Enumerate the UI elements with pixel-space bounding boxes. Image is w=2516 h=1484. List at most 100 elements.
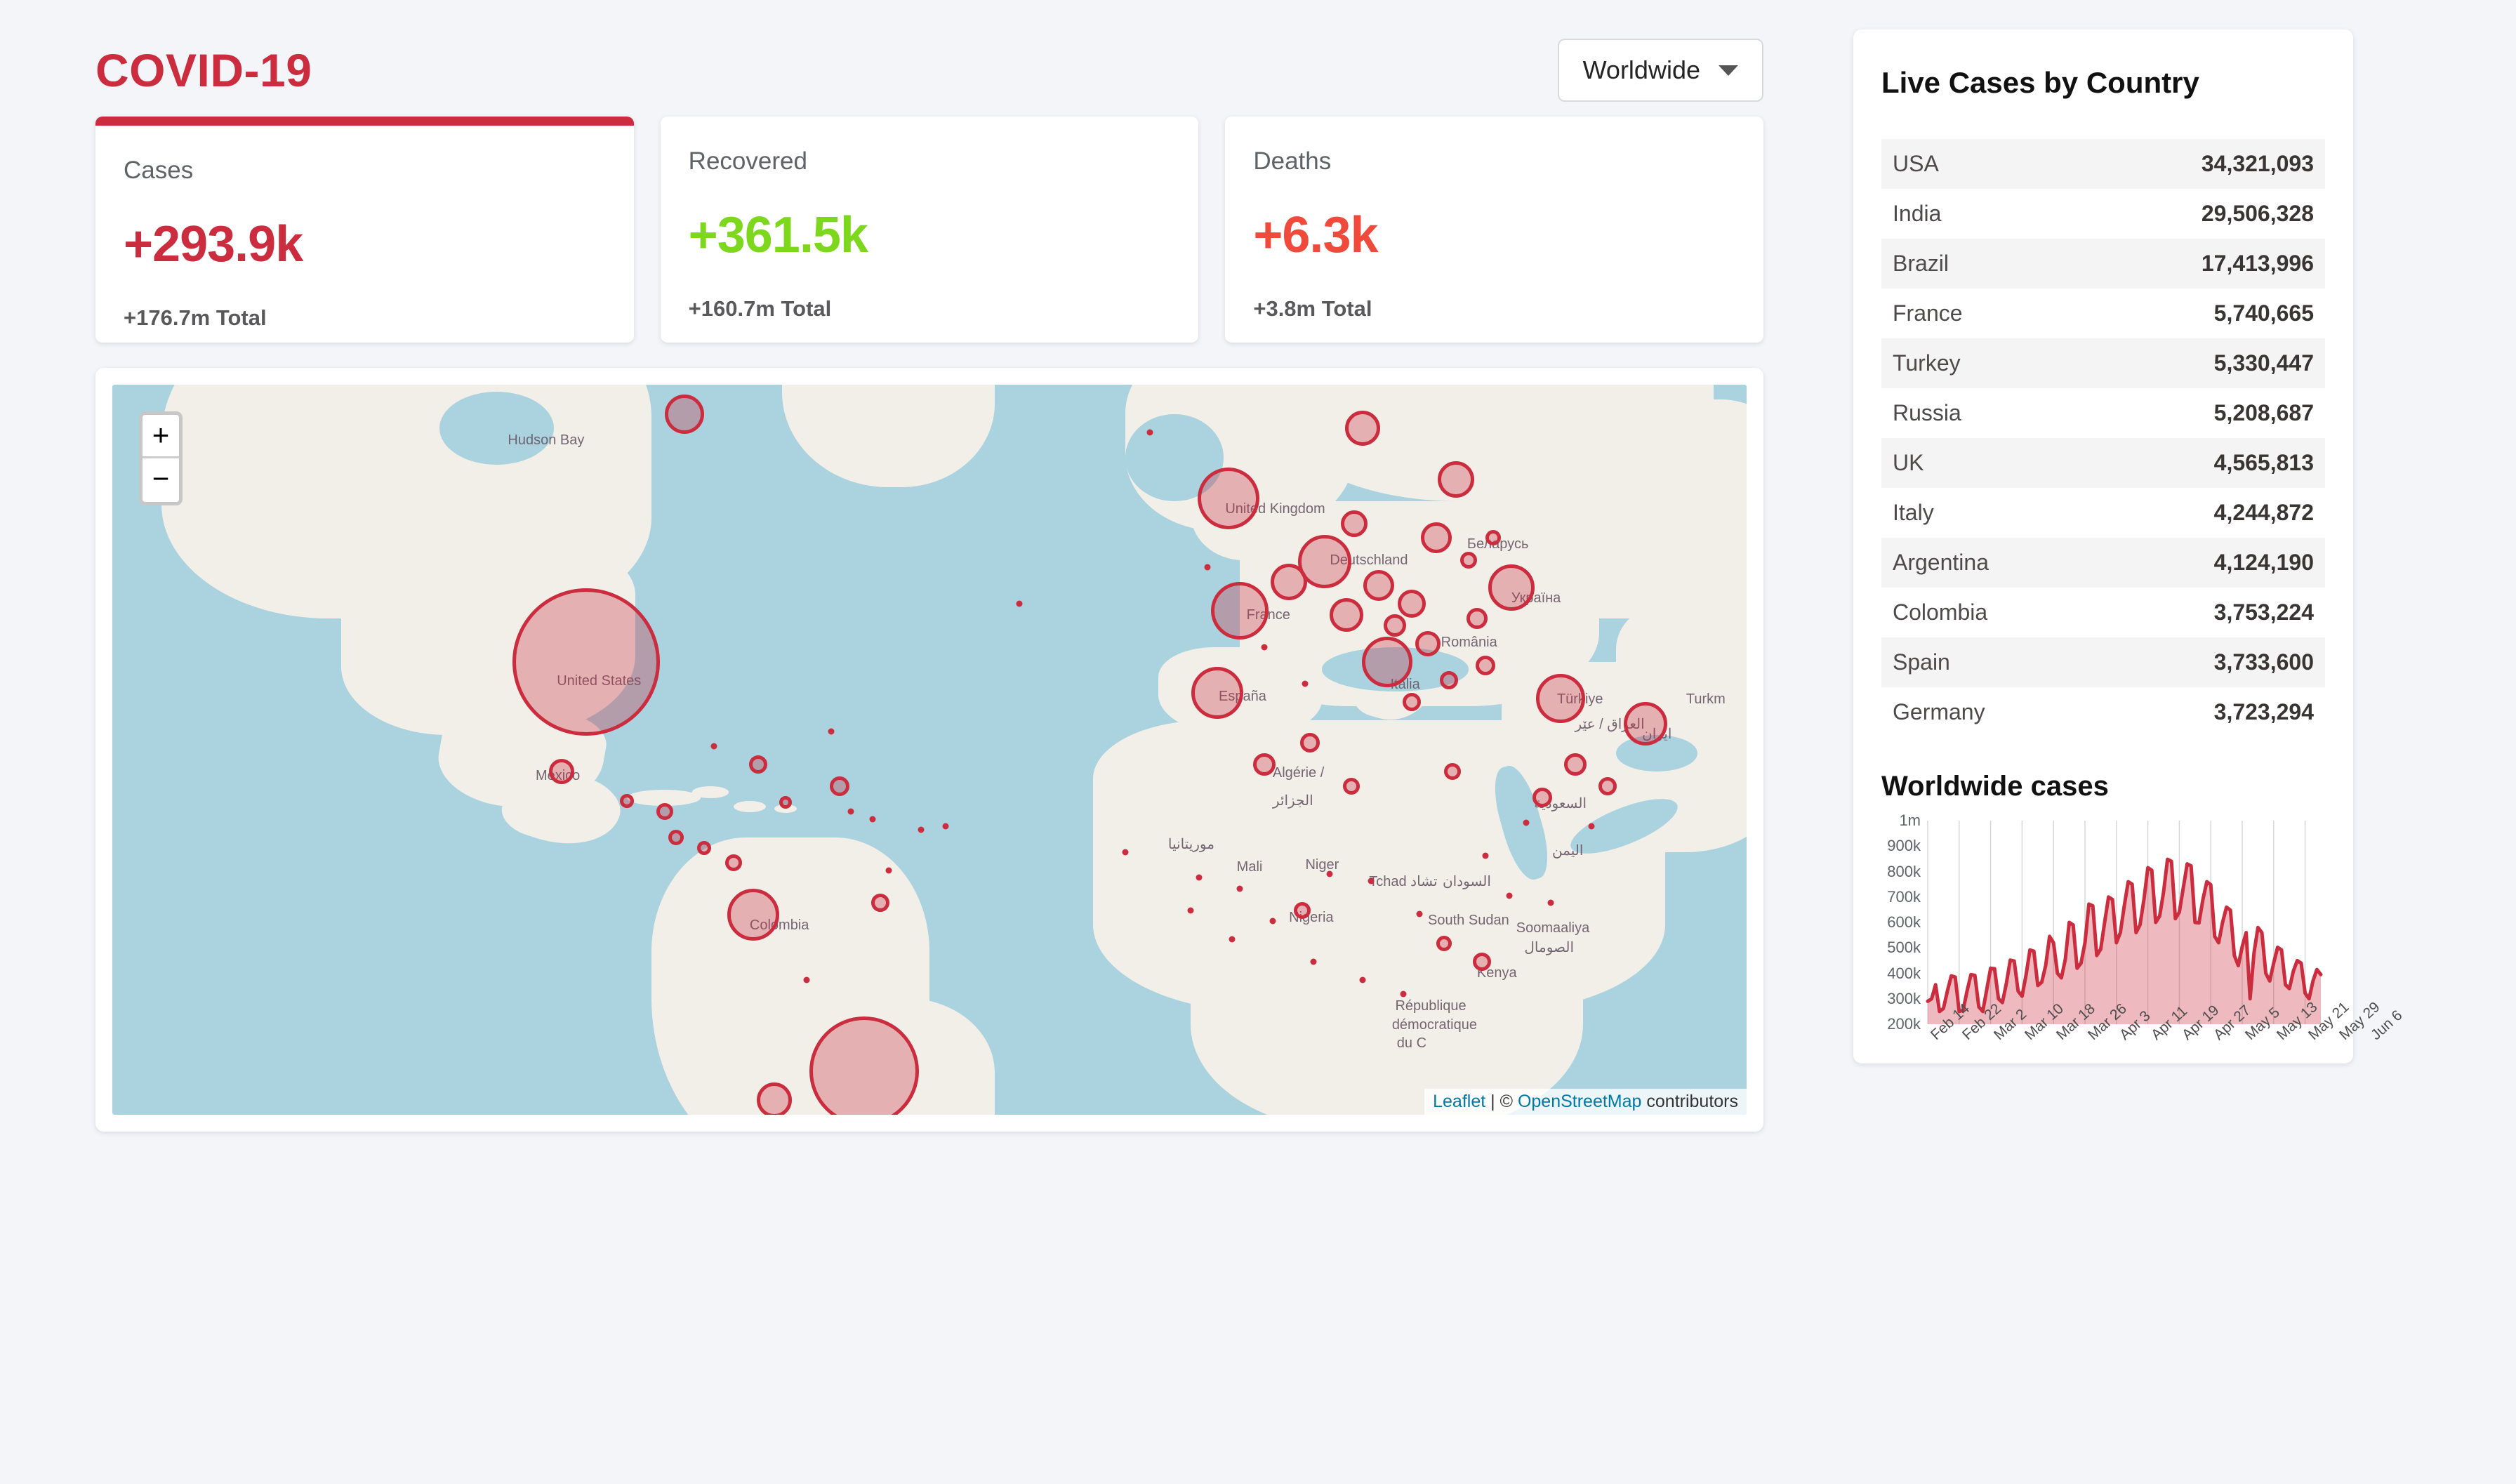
map-case-bubble[interactable] [656,803,673,821]
map-case-dot[interactable] [1204,564,1211,571]
table-row[interactable]: Brazil 17,413,996 [1881,239,2325,289]
map-case-bubble[interactable] [1211,582,1269,640]
map-case-bubble[interactable] [1420,522,1452,554]
map-case-bubble[interactable] [1344,411,1380,446]
table-row[interactable]: Turkey 5,330,447 [1881,338,2325,388]
map-case-bubble[interactable] [1460,551,1478,569]
openstreetmap-link[interactable]: OpenStreetMap [1518,1092,1642,1111]
map-case-dot[interactable] [1359,976,1366,983]
map-case-bubble[interactable] [1623,701,1667,746]
map-case-dot[interactable] [1326,870,1333,877]
map-case-dot[interactable] [803,976,810,983]
map-case-bubble[interactable] [1397,590,1426,618]
stat-card-cases[interactable]: Cases +293.9k +176.7m Total [95,117,634,343]
map-case-dot[interactable] [885,867,892,874]
map-case-dot[interactable] [1122,849,1129,856]
map-case-bubble[interactable] [1563,753,1587,776]
map-case-dot[interactable] [1400,991,1407,998]
map-case-dot[interactable] [710,743,717,750]
map-case-dot[interactable] [1523,819,1530,826]
map-case-dot[interactable] [1302,680,1309,687]
map-case-bubble[interactable] [1598,777,1617,795]
table-row[interactable]: Spain 3,733,600 [1881,637,2325,687]
map-case-dot[interactable] [828,728,835,735]
map-case-dot[interactable] [1310,958,1317,965]
table-row[interactable]: UK 4,565,813 [1881,438,2325,488]
map-case-bubble[interactable] [871,894,890,913]
map-case-bubble[interactable] [549,759,575,785]
map-case-dot[interactable] [918,826,925,833]
map-case-dot[interactable] [847,808,854,815]
map-case-bubble[interactable] [829,776,849,796]
leaflet-map[interactable]: + − Leaflet | © OpenStreetMap contributo… [112,385,1747,1115]
map-case-bubble[interactable] [756,1082,792,1115]
map-case-bubble[interactable] [727,889,779,941]
table-row[interactable]: Russia 5,208,687 [1881,388,2325,438]
map-case-dot[interactable] [1261,644,1268,651]
map-case-dot[interactable] [869,816,876,823]
map-case-bubble[interactable] [1191,666,1243,719]
map-case-dot[interactable] [1368,877,1375,885]
map-case-dot[interactable] [1187,907,1194,914]
map-case-bubble[interactable] [1532,787,1552,807]
map-case-bubble[interactable] [620,793,635,808]
map-case-bubble[interactable] [1384,614,1407,637]
map-case-bubble[interactable] [668,829,684,845]
map-case-bubble[interactable] [724,854,742,872]
map-case-bubble[interactable] [1443,763,1461,781]
map-case-bubble[interactable] [512,588,661,736]
map-case-bubble[interactable] [1361,637,1412,688]
map-case-bubble[interactable] [779,795,793,809]
map-case-dot[interactable] [1506,892,1513,899]
worldwide-cases-chart[interactable]: 1m 900k 800k 700k 600k 500k 400k 300k 200k Feb 1… [1881,811,2405,1043]
table-row[interactable]: India 29,506,328 [1881,189,2325,239]
map-case-bubble[interactable] [1466,607,1488,629]
map-case-dot[interactable] [942,823,949,830]
map-case-dot[interactable] [1482,852,1489,859]
map-case-dot[interactable] [1269,917,1276,925]
map-case-dot[interactable] [1588,823,1595,830]
map-case-dot[interactable] [1146,429,1153,436]
table-row[interactable]: USA 34,321,093 [1881,139,2325,189]
map-case-bubble[interactable] [1198,468,1260,530]
map-case-dot[interactable] [1016,600,1023,607]
map-case-dot[interactable] [1229,936,1236,943]
map-zoom-controls[interactable]: + − [139,411,183,505]
map-case-bubble[interactable] [1488,564,1535,611]
map-case-bubble[interactable] [1415,631,1441,657]
map-case-bubble[interactable] [1363,570,1395,601]
stat-card-recovered[interactable]: Recovered +361.5k +160.7m Total [660,117,1199,343]
map-case-bubble[interactable] [1341,510,1368,537]
map-case-dot[interactable] [1196,874,1203,881]
map-case-dot[interactable] [1547,899,1554,906]
table-row[interactable]: Colombia 3,753,224 [1881,588,2325,637]
map-case-bubble[interactable] [1436,935,1452,951]
map-case-bubble[interactable] [1535,674,1585,724]
stat-card-deaths[interactable]: Deaths +6.3k +3.8m Total [1225,117,1764,343]
map-case-bubble[interactable] [1472,952,1491,971]
map-case-bubble[interactable] [664,394,704,434]
leaflet-link[interactable]: Leaflet [1433,1092,1485,1111]
region-select[interactable]: Worldwide [1557,39,1763,102]
map-case-bubble[interactable] [1440,671,1459,690]
map-case-bubble[interactable] [1300,732,1320,753]
map-case-bubble[interactable] [1253,753,1276,776]
map-case-bubble[interactable] [1293,901,1311,919]
table-row[interactable]: France 5,740,665 [1881,289,2325,338]
zoom-in-button[interactable]: + [143,415,179,458]
map-case-bubble[interactable] [1402,693,1421,712]
map-case-dot[interactable] [1416,910,1423,917]
map-case-dot[interactable] [1236,885,1243,892]
map-case-bubble[interactable] [1437,461,1474,498]
table-row[interactable]: Germany 3,723,294 [1881,687,2325,737]
map-case-bubble[interactable] [696,841,711,856]
table-row[interactable]: Argentina 4,124,190 [1881,538,2325,588]
table-row[interactable]: Italy 4,244,872 [1881,488,2325,538]
map-case-bubble[interactable] [1271,563,1308,600]
zoom-out-button[interactable]: − [143,458,179,502]
map-case-bubble[interactable] [1329,597,1363,632]
map-case-bubble[interactable] [748,755,767,774]
map-case-bubble[interactable] [1475,656,1495,676]
map-case-bubble[interactable] [1342,778,1360,795]
map-case-bubble[interactable] [1485,530,1502,546]
